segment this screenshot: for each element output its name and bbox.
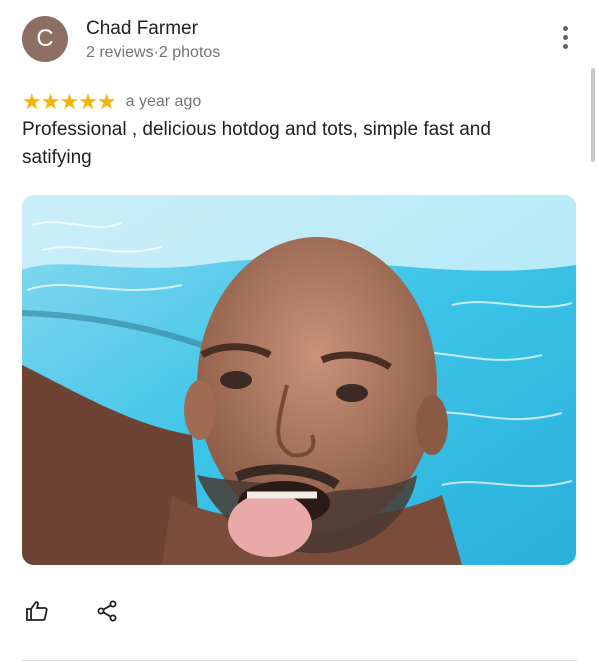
avatar-initial: C xyxy=(36,25,54,52)
review-text: Professional , delicious hotdog and tots… xyxy=(22,119,491,168)
star-rating: ★★★★★ xyxy=(22,89,117,114)
review-time: a year ago xyxy=(125,93,202,110)
reviewer-stats: 2 reviews·2 photos xyxy=(86,44,221,61)
divider xyxy=(22,660,577,661)
review-photo[interactable] xyxy=(22,195,576,565)
reviewer-name[interactable]: Chad Farmer xyxy=(86,18,198,40)
rating-row: ★★★★★ a year ago xyxy=(22,89,201,115)
more-options-icon[interactable] xyxy=(550,20,580,54)
share-icon[interactable] xyxy=(92,596,122,626)
avatar[interactable]: C xyxy=(22,16,68,62)
action-bar xyxy=(22,596,122,626)
thumbs-up-icon[interactable] xyxy=(22,596,52,626)
scrollbar[interactable] xyxy=(591,68,595,162)
